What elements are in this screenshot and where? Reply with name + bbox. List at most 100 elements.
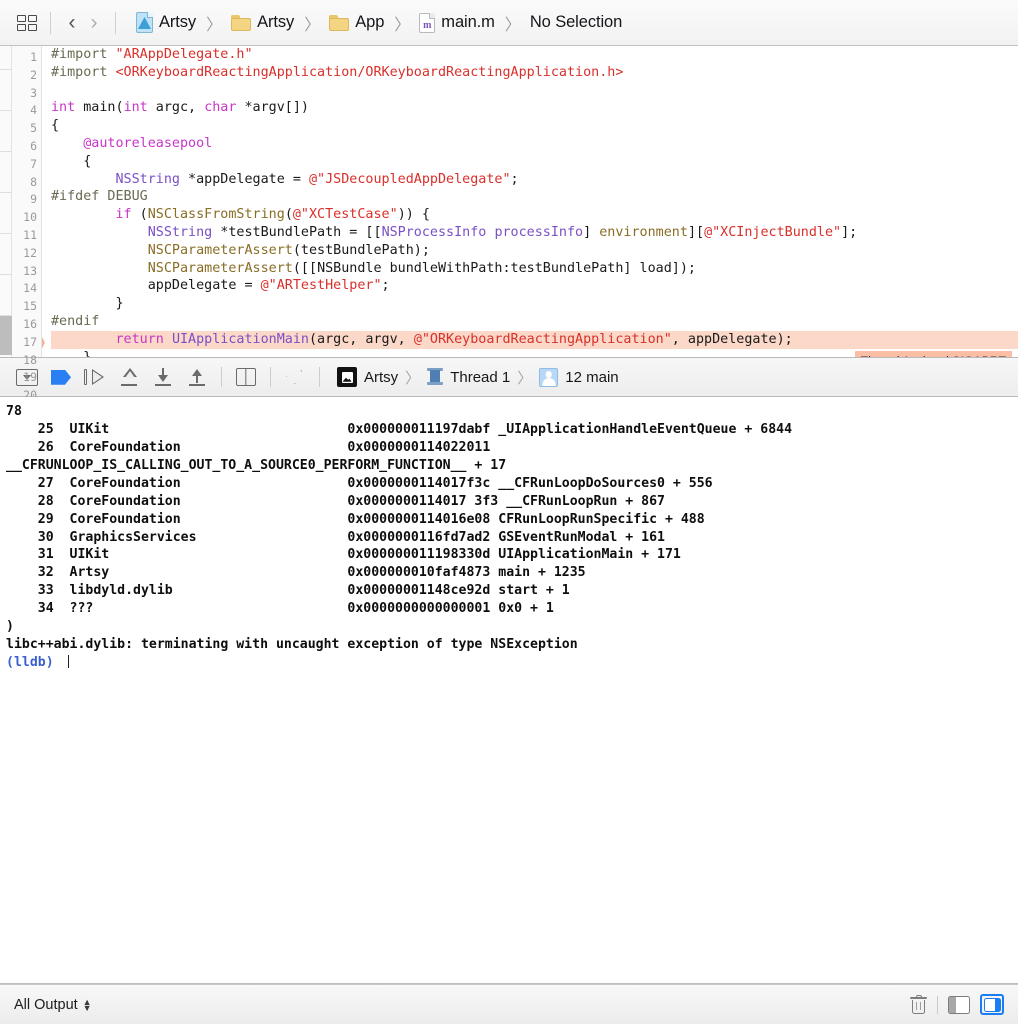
view-debugger-icon <box>236 368 256 387</box>
console-line: (lldb) <box>6 654 1018 672</box>
line-number[interactable]: 14 <box>11 280 37 298</box>
line-number[interactable]: 12 <box>11 245 37 263</box>
line-number[interactable]: 16 <box>11 316 37 334</box>
code-token: if <box>115 207 132 223</box>
console-cursor <box>67 654 70 668</box>
breadcrumb-item-group-app[interactable]: App <box>327 13 386 32</box>
forward-button[interactable]: › <box>83 10 105 36</box>
code-scroll-area[interactable]: #import "ARAppDelegate.h" #import <ORKeyb… <box>42 46 1018 358</box>
code-line[interactable] <box>51 82 1018 100</box>
console-line: 32 Artsy 0x000000010faf4873 main + 1235 <box>6 565 586 581</box>
thread-spool-icon <box>427 367 444 387</box>
code-line[interactable]: if (NSClassFromString(@"XCTestCase")) { <box>51 206 1018 224</box>
error-arrow-marker[interactable] <box>42 333 45 352</box>
breadcrumb-item-file[interactable]: m main.m <box>417 12 497 33</box>
breadcrumb-item-group-artsy[interactable]: Artsy <box>229 13 296 32</box>
debug-crumb-scheme[interactable]: Artsy <box>337 367 398 388</box>
line-number[interactable]: 11 <box>11 227 37 245</box>
code-line[interactable]: #ifdef DEBUG <box>51 188 1018 206</box>
code-line[interactable]: @autoreleasepool <box>51 135 1018 153</box>
error-badge[interactable]: Thread 1: signal SIGABRT <box>854 350 1012 358</box>
code-token: @"ORKeyboardReactingApplication" <box>413 331 672 347</box>
breadcrumb-item-selection[interactable]: No Selection <box>528 13 624 32</box>
console-line: 27 CoreFoundation 0x0000000114017f3c __C… <box>6 475 713 491</box>
code-token: #ifdef DEBUG <box>51 189 148 205</box>
console-status-bar: All Output ▲ ▼ <box>0 984 1018 1024</box>
code-token: appDelegate = <box>51 278 261 294</box>
breadcrumb: Artsy 〉 Artsy 〉 App 〉 m main.m 〉 No Sele… <box>134 11 624 35</box>
grid-view-icon[interactable] <box>14 12 40 34</box>
code-token: @"XCInjectBundle" <box>704 224 842 240</box>
code-line[interactable]: } <box>51 295 1018 313</box>
code-content[interactable]: #import "ARAppDelegate.h" #import <ORKeyb… <box>42 46 1018 358</box>
up-down-stepper-icon: ▲ ▼ <box>82 996 92 1013</box>
code-token: { <box>51 153 92 169</box>
step-over-button[interactable] <box>78 363 112 391</box>
line-number[interactable]: 19 <box>11 369 37 387</box>
breadcrumb-label: App <box>355 13 385 31</box>
debug-crumb-separator: 〉 <box>517 369 533 387</box>
console-output[interactable]: 78 25 UIKit 0x000000011197dabf _UIApplic… <box>0 397 1018 984</box>
line-number[interactable]: 10 <box>11 209 37 227</box>
console-line: 28 CoreFoundation 0x0000000114017 3f3 __… <box>6 493 665 509</box>
code-token: return <box>115 331 164 347</box>
back-button[interactable]: ‹ <box>61 10 83 36</box>
line-number[interactable]: 18 <box>11 352 37 370</box>
code-line[interactable]: #import <ORKeyboardReactingApplication/O… <box>51 64 1018 82</box>
line-number[interactable]: 17 <box>11 334 37 352</box>
line-number-gutter[interactable]: 1 2 3 4 5 6 7 8 9 10 11 12 13 14 15 16 17 18 19 20 <box>11 46 42 402</box>
line-number[interactable]: 4 <box>11 102 37 120</box>
step-out-button[interactable] <box>146 363 180 391</box>
line-number[interactable]: 2 <box>11 67 37 85</box>
step-into-button[interactable] <box>112 363 146 391</box>
code-line[interactable]: appDelegate = @"ARTestHelper"; <box>51 277 1018 295</box>
simulate-location-button[interactable] <box>278 363 312 391</box>
code-line[interactable]: NSCParameterAssert([[NSBundle bundleWith… <box>51 260 1018 278</box>
line-number[interactable]: 1 <box>11 49 37 67</box>
step-over-icon <box>84 369 106 386</box>
debug-crumb-frame[interactable]: 12 main <box>539 367 619 387</box>
line-number[interactable]: 13 <box>11 263 37 281</box>
code-token: int <box>123 100 148 116</box>
code-line-error[interactable]: return UIApplicationMain(argc, argv, @"O… <box>51 330 1018 349</box>
code-token: bundleWithPath:testBundlePath] load]); <box>381 260 696 276</box>
code-line[interactable]: #import "ARAppDelegate.h" <box>51 46 1018 64</box>
left-panel-icon[interactable] <box>948 995 970 1014</box>
right-panel-toggle[interactable] <box>980 994 1004 1015</box>
line-number[interactable]: 5 <box>11 120 37 138</box>
code-line[interactable]: { <box>51 153 1018 171</box>
debug-crumb-thread[interactable]: Thread 1 <box>427 367 510 387</box>
line-number[interactable]: 3 <box>11 85 37 103</box>
console-line: libc++abi.dylib: terminating with uncaug… <box>6 636 578 652</box>
scheme-icon <box>337 367 357 388</box>
code-token: int <box>51 100 76 116</box>
line-number[interactable]: 9 <box>11 191 37 209</box>
code-line[interactable]: NSString *appDelegate = @"JSDecoupledApp… <box>51 171 1018 189</box>
step-up-button[interactable] <box>180 363 214 391</box>
code-line[interactable]: #endif <box>51 313 1018 331</box>
line-number[interactable]: 6 <box>11 138 37 156</box>
code-token: NSString <box>115 171 181 187</box>
code-line[interactable]: int main(int argc, char *argv[]) <box>51 99 1018 117</box>
breadcrumb-item-project[interactable]: Artsy <box>134 12 198 33</box>
code-line[interactable]: { <box>51 117 1018 135</box>
code-token: )) { <box>397 207 430 223</box>
breadcrumb-separator: 〉 <box>504 16 521 34</box>
code-line[interactable]: NSCParameterAssert(testBundlePath); <box>51 242 1018 260</box>
code-line[interactable]: NSString *testBundlePath = [[NSProcessIn… <box>51 224 1018 242</box>
trash-icon[interactable] <box>910 995 927 1014</box>
divider <box>50 11 51 34</box>
output-filter-dropdown[interactable]: All Output ▲ ▼ <box>14 997 92 1013</box>
frame-person-icon <box>539 367 559 387</box>
line-number[interactable]: 8 <box>11 174 37 192</box>
line-number[interactable]: 15 <box>11 298 37 316</box>
code-token: @autoreleasepool <box>83 135 213 151</box>
continue-button[interactable] <box>44 363 78 391</box>
console-line: 29 CoreFoundation 0x0000000114016e08 CFR… <box>6 511 705 527</box>
divider <box>937 995 938 1014</box>
line-number[interactable]: 7 <box>11 156 37 174</box>
objc-file-icon: m <box>419 12 436 33</box>
code-token: ]; <box>841 224 858 240</box>
view-debugger-button[interactable] <box>229 363 263 391</box>
